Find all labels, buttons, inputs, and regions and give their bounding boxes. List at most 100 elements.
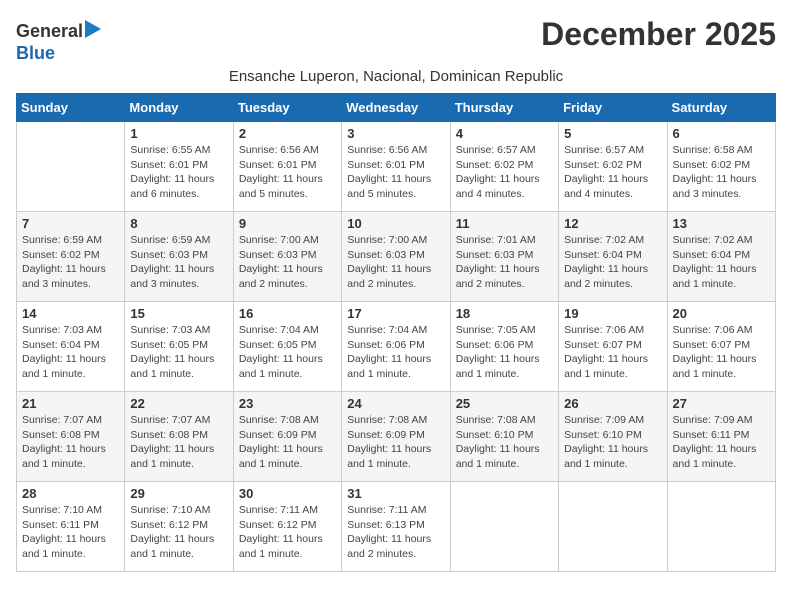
day-info: Sunrise: 7:11 AMSunset: 6:12 PMDaylight:… <box>239 503 336 562</box>
day-number: 2 <box>239 126 336 141</box>
day-info: Sunrise: 7:02 AMSunset: 6:04 PMDaylight:… <box>673 233 770 292</box>
day-number: 26 <box>564 396 661 411</box>
day-info: Sunrise: 7:07 AMSunset: 6:08 PMDaylight:… <box>130 413 227 472</box>
calendar-cell: 9 Sunrise: 7:00 AMSunset: 6:03 PMDaylight… <box>233 212 341 302</box>
calendar-cell: 4 Sunrise: 6:57 AMSunset: 6:02 PMDaylight… <box>450 122 558 212</box>
calendar-cell: 29 Sunrise: 7:10 AMSunset: 6:12 PMDayligh… <box>125 482 233 572</box>
dow-header-monday: Monday <box>125 94 233 122</box>
page-header: General Blue December 2025 <box>16 16 776 64</box>
day-info: Sunrise: 7:01 AMSunset: 6:03 PMDaylight:… <box>456 233 553 292</box>
dow-header-wednesday: Wednesday <box>342 94 450 122</box>
calendar-cell <box>450 482 558 572</box>
day-info: Sunrise: 6:55 AMSunset: 6:01 PMDaylight:… <box>130 143 227 202</box>
day-number: 15 <box>130 306 227 321</box>
calendar-cell: 7 Sunrise: 6:59 AMSunset: 6:02 PMDaylight… <box>17 212 125 302</box>
day-info: Sunrise: 6:59 AMSunset: 6:02 PMDaylight:… <box>22 233 119 292</box>
day-number: 19 <box>564 306 661 321</box>
day-info: Sunrise: 7:09 AMSunset: 6:11 PMDaylight:… <box>673 413 770 472</box>
calendar-cell: 17 Sunrise: 7:04 AMSunset: 6:06 PMDayligh… <box>342 302 450 392</box>
day-number: 9 <box>239 216 336 231</box>
day-info: Sunrise: 7:05 AMSunset: 6:06 PMDaylight:… <box>456 323 553 382</box>
calendar-cell: 14 Sunrise: 7:03 AMSunset: 6:04 PMDayligh… <box>17 302 125 392</box>
day-number: 12 <box>564 216 661 231</box>
day-number: 6 <box>673 126 770 141</box>
day-number: 13 <box>673 216 770 231</box>
calendar-table: SundayMondayTuesdayWednesdayThursdayFrid… <box>16 93 776 572</box>
day-info: Sunrise: 7:06 AMSunset: 6:07 PMDaylight:… <box>564 323 661 382</box>
day-number: 23 <box>239 396 336 411</box>
day-info: Sunrise: 7:08 AMSunset: 6:09 PMDaylight:… <box>239 413 336 472</box>
dow-header-tuesday: Tuesday <box>233 94 341 122</box>
calendar-cell: 27 Sunrise: 7:09 AMSunset: 6:11 PMDayligh… <box>667 392 775 482</box>
calendar-cell: 20 Sunrise: 7:06 AMSunset: 6:07 PMDayligh… <box>667 302 775 392</box>
day-number: 31 <box>347 486 444 501</box>
calendar-cell: 15 Sunrise: 7:03 AMSunset: 6:05 PMDayligh… <box>125 302 233 392</box>
day-number: 14 <box>22 306 119 321</box>
dow-header-thursday: Thursday <box>450 94 558 122</box>
calendar-cell: 2 Sunrise: 6:56 AMSunset: 6:01 PMDaylight… <box>233 122 341 212</box>
calendar-cell: 30 Sunrise: 7:11 AMSunset: 6:12 PMDayligh… <box>233 482 341 572</box>
day-number: 30 <box>239 486 336 501</box>
day-info: Sunrise: 7:10 AMSunset: 6:12 PMDaylight:… <box>130 503 227 562</box>
day-info: Sunrise: 6:59 AMSunset: 6:03 PMDaylight:… <box>130 233 227 292</box>
day-info: Sunrise: 7:03 AMSunset: 6:05 PMDaylight:… <box>130 323 227 382</box>
calendar-cell <box>667 482 775 572</box>
logo-arrow-icon <box>85 20 107 43</box>
day-number: 7 <box>22 216 119 231</box>
day-number: 21 <box>22 396 119 411</box>
day-info: Sunrise: 6:56 AMSunset: 6:01 PMDaylight:… <box>239 143 336 202</box>
day-info: Sunrise: 6:57 AMSunset: 6:02 PMDaylight:… <box>456 143 553 202</box>
day-info: Sunrise: 7:04 AMSunset: 6:05 PMDaylight:… <box>239 323 336 382</box>
day-number: 22 <box>130 396 227 411</box>
calendar-cell: 16 Sunrise: 7:04 AMSunset: 6:05 PMDayligh… <box>233 302 341 392</box>
dow-header-friday: Friday <box>559 94 667 122</box>
calendar-cell <box>559 482 667 572</box>
day-info: Sunrise: 7:09 AMSunset: 6:10 PMDaylight:… <box>564 413 661 472</box>
day-info: Sunrise: 6:57 AMSunset: 6:02 PMDaylight:… <box>564 143 661 202</box>
day-number: 27 <box>673 396 770 411</box>
calendar-cell: 1 Sunrise: 6:55 AMSunset: 6:01 PMDaylight… <box>125 122 233 212</box>
logo: General Blue <box>16 20 107 64</box>
day-info: Sunrise: 6:58 AMSunset: 6:02 PMDaylight:… <box>673 143 770 202</box>
day-number: 3 <box>347 126 444 141</box>
calendar-cell: 23 Sunrise: 7:08 AMSunset: 6:09 PMDayligh… <box>233 392 341 482</box>
subtitle: Ensanche Luperon, Nacional, Dominican Re… <box>16 68 776 85</box>
calendar-cell: 12 Sunrise: 7:02 AMSunset: 6:04 PMDayligh… <box>559 212 667 302</box>
calendar-cell: 10Sunrise: 7:00 AMSunset: 6:03 PMDayligh… <box>342 212 450 302</box>
month-title: December 2025 <box>541 16 776 53</box>
day-number: 4 <box>456 126 553 141</box>
day-number: 1 <box>130 126 227 141</box>
calendar-cell: 11 Sunrise: 7:01 AMSunset: 6:03 PMDayligh… <box>450 212 558 302</box>
day-info: Sunrise: 7:04 AMSunset: 6:06 PMDaylight:… <box>347 323 444 382</box>
day-info: Sunrise: 7:03 AMSunset: 6:04 PMDaylight:… <box>22 323 119 382</box>
day-info: Sunrise: 7:02 AMSunset: 6:04 PMDaylight:… <box>564 233 661 292</box>
day-number: 25 <box>456 396 553 411</box>
calendar-cell: 24Sunrise: 7:08 AMSunset: 6:09 PMDayligh… <box>342 392 450 482</box>
day-info: Sunrise: 7:06 AMSunset: 6:07 PMDaylight:… <box>673 323 770 382</box>
calendar-cell: 19 Sunrise: 7:06 AMSunset: 6:07 PMDayligh… <box>559 302 667 392</box>
calendar-cell: 31 Sunrise: 7:11 AMSunset: 6:13 PMDayligh… <box>342 482 450 572</box>
day-info: Sunrise: 7:08 AMSunset: 6:10 PMDaylight:… <box>456 413 553 472</box>
calendar-cell: 13 Sunrise: 7:02 AMSunset: 6:04 PMDayligh… <box>667 212 775 302</box>
day-number: 16 <box>239 306 336 321</box>
day-number: 29 <box>130 486 227 501</box>
calendar-cell: 25 Sunrise: 7:08 AMSunset: 6:10 PMDayligh… <box>450 392 558 482</box>
day-number: 20 <box>673 306 770 321</box>
calendar-cell: 21Sunrise: 7:07 AMSunset: 6:08 PMDayligh… <box>17 392 125 482</box>
calendar-cell: 8Sunrise: 6:59 AMSunset: 6:03 PMDaylight… <box>125 212 233 302</box>
day-number: 17 <box>347 306 444 321</box>
day-number: 24 <box>347 396 444 411</box>
calendar-cell: 26 Sunrise: 7:09 AMSunset: 6:10 PMDayligh… <box>559 392 667 482</box>
calendar-cell: 6 Sunrise: 6:58 AMSunset: 6:02 PMDaylight… <box>667 122 775 212</box>
calendar-cell: 22 Sunrise: 7:07 AMSunset: 6:08 PMDayligh… <box>125 392 233 482</box>
calendar-cell: 5Sunrise: 6:57 AMSunset: 6:02 PMDaylight… <box>559 122 667 212</box>
day-info: Sunrise: 7:11 AMSunset: 6:13 PMDaylight:… <box>347 503 444 562</box>
day-number: 11 <box>456 216 553 231</box>
day-info: Sunrise: 7:00 AMSunset: 6:03 PMDaylight:… <box>239 233 336 292</box>
day-info: Sunrise: 6:56 AMSunset: 6:01 PMDaylight:… <box>347 143 444 202</box>
calendar-cell: 3 Sunrise: 6:56 AMSunset: 6:01 PMDaylight… <box>342 122 450 212</box>
logo-general-text: General <box>16 21 83 42</box>
logo-blue-text: Blue <box>16 43 55 63</box>
calendar-cell <box>17 122 125 212</box>
calendar-cell: 28Sunrise: 7:10 AMSunset: 6:11 PMDayligh… <box>17 482 125 572</box>
